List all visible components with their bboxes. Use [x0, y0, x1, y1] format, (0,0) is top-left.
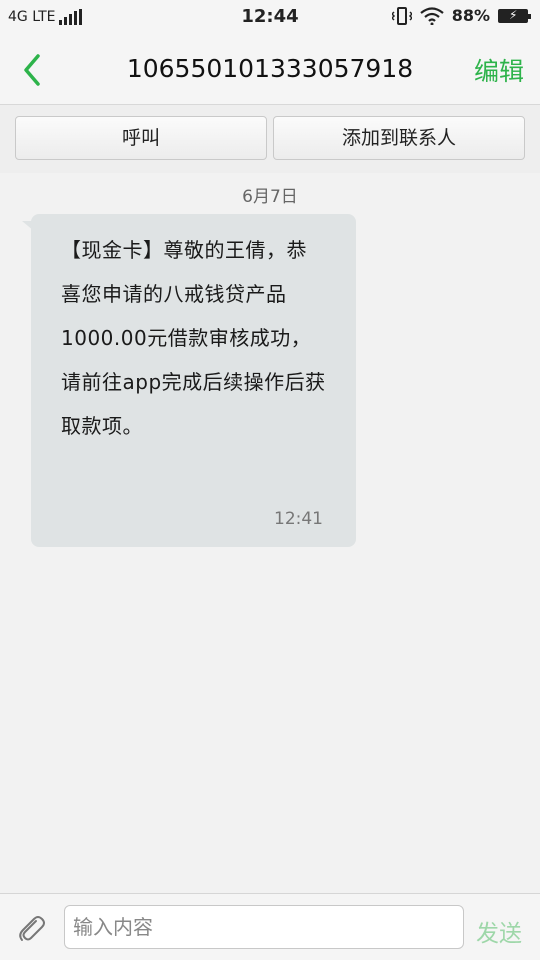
- battery-icon: ⚡: [498, 8, 531, 23]
- battery-percent: 88%: [451, 6, 490, 25]
- send-button[interactable]: 发送: [476, 914, 522, 948]
- edit-button[interactable]: 编辑: [474, 52, 524, 88]
- message-input[interactable]: [64, 905, 464, 949]
- wifi-icon: [420, 6, 444, 25]
- contact-number-title: 106550101333057918: [126, 54, 414, 83]
- status-right: 88% ⚡: [391, 6, 531, 25]
- add-to-contacts-button[interactable]: 添加到联系人: [273, 116, 525, 160]
- message-text: 【现金卡】尊敬的王倩，恭喜您申请的八戒钱贷产品1000.00元借款审核成功，请前…: [61, 238, 326, 438]
- status-bar: 4G LTE 12:44 88% ⚡: [0, 0, 540, 36]
- contact-actions: 呼叫 添加到联系人: [0, 105, 540, 173]
- paperclip-icon[interactable]: [15, 912, 47, 944]
- vibrate-icon: [391, 6, 412, 25]
- date-separator: 6月7日: [242, 187, 298, 207]
- conversation-header: 106550101333057918 编辑: [0, 36, 540, 104]
- message-list[interactable]: 6月7日 【现金卡】尊敬的王倩，恭喜您申请的八戒钱贷产品1000.00元借款审核…: [0, 173, 540, 893]
- incoming-message-bubble[interactable]: 【现金卡】尊敬的王倩，恭喜您申请的八戒钱贷产品1000.00元借款审核成功，请前…: [31, 214, 356, 547]
- compose-bar: 发送: [0, 893, 540, 960]
- sms-conversation-screen: 4G LTE 12:44 88% ⚡ 106550101333057918 编辑…: [0, 0, 540, 960]
- call-button[interactable]: 呼叫: [15, 116, 267, 160]
- message-time: 12:41: [274, 509, 323, 529]
